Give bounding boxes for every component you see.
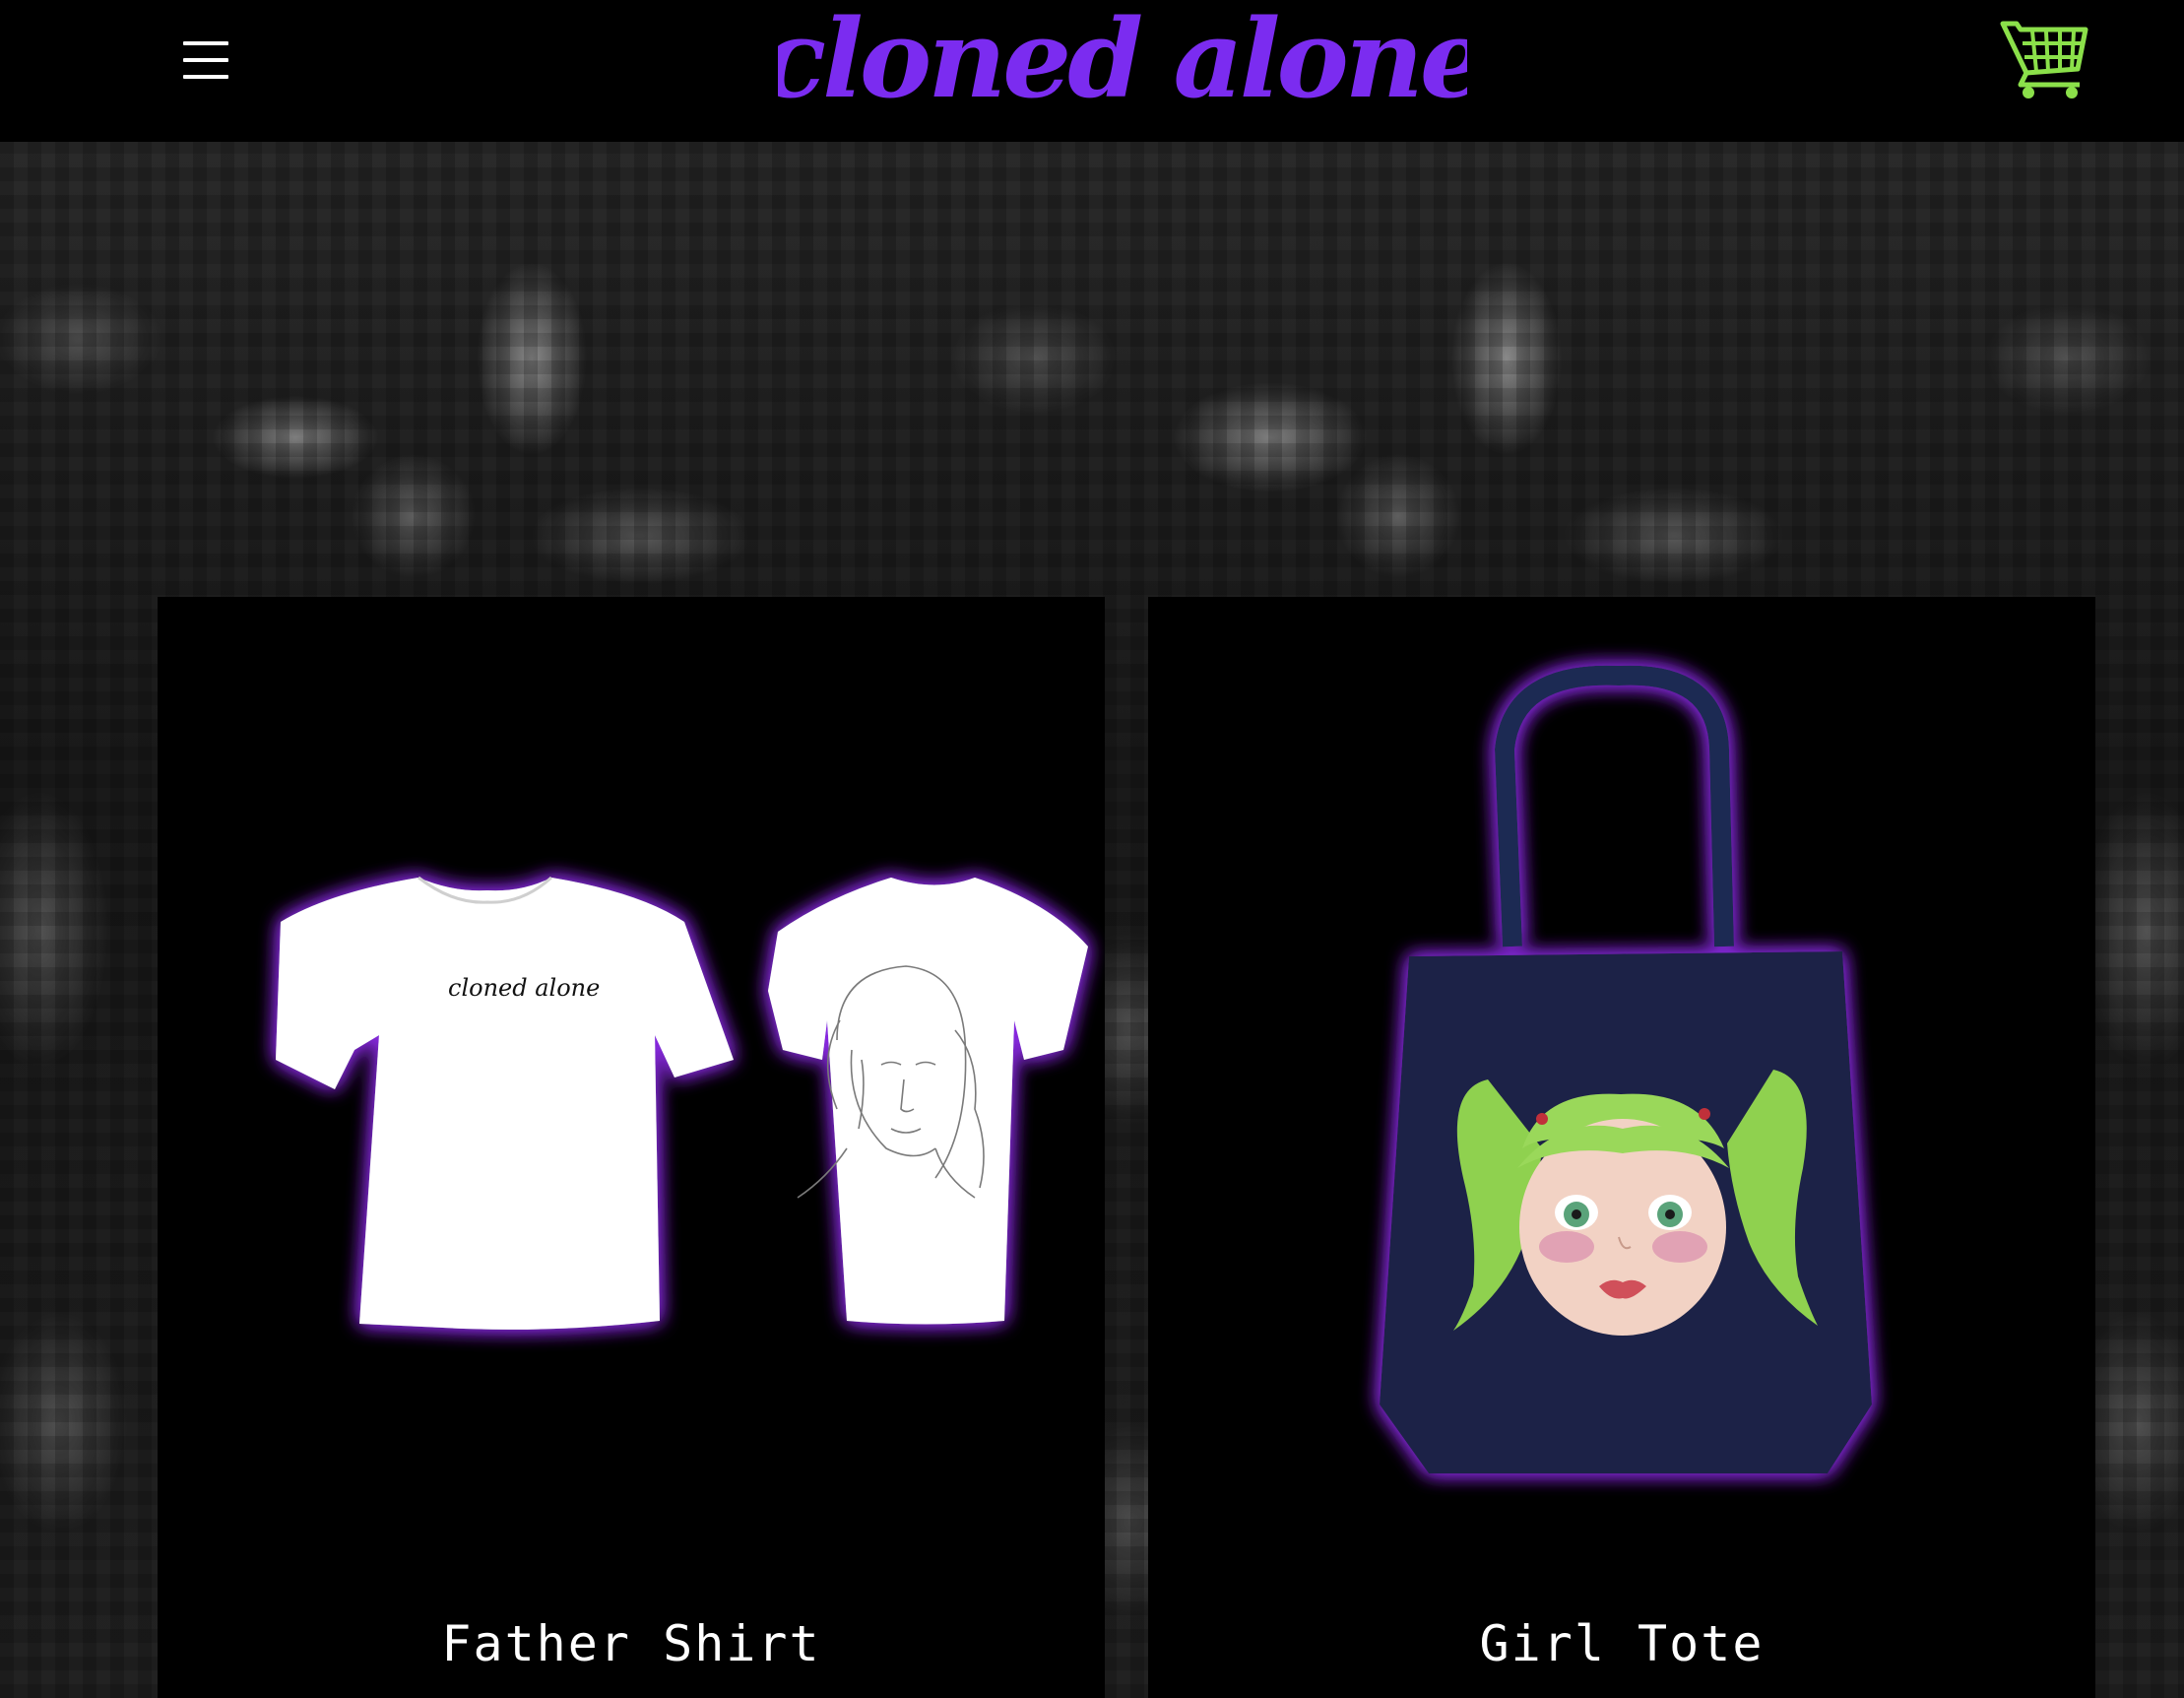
product-title[interactable]: Girl Tote — [1148, 1615, 2095, 1672]
father-shirt-image: cloned alone — [276, 876, 1088, 1330]
product-card-father-shirt[interactable]: cloned alone Father Shirt — [158, 597, 1105, 1698]
page: cloned alone cloned alone Father Shirt G… — [0, 0, 2184, 1698]
logo-text: cloned alone — [778, 0, 1467, 122]
product-card-girl-tote[interactable]: Girl Tote — [1148, 597, 2095, 1698]
hamburger-menu-icon[interactable] — [175, 35, 236, 87]
shopping-cart-icon[interactable] — [1999, 18, 2089, 100]
shirt-print-text: cloned alone — [448, 974, 600, 1002]
girl-tote-image — [1380, 665, 1872, 1473]
product-title[interactable]: Father Shirt — [158, 1615, 1105, 1672]
site-logo[interactable]: cloned alone — [778, 0, 1467, 128]
site-header: cloned alone — [0, 0, 2184, 142]
